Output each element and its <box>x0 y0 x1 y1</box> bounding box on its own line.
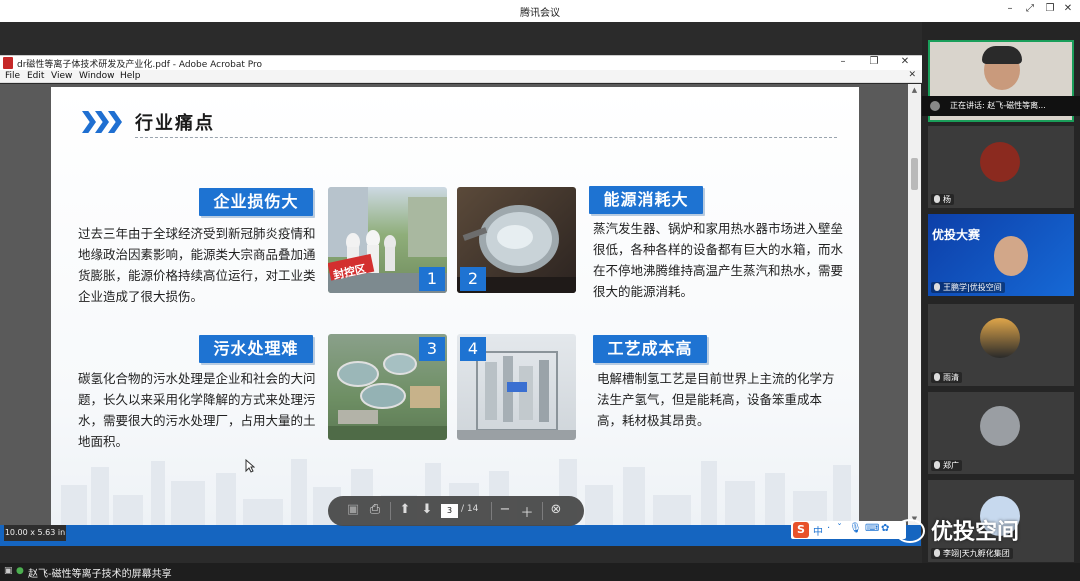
acrobat-titlebar: dr磁性等离子体技术研发及产业化.pdf - Adobe Acrobat Pro… <box>0 55 922 70</box>
photo-number-2: 2 <box>460 267 486 291</box>
menu-help[interactable]: Help <box>120 71 141 81</box>
page-number-input[interactable]: 3 <box>441 504 458 518</box>
fullscreen-icon[interactable]: ⤢ <box>1022 3 1038 14</box>
mic-icon <box>934 195 940 203</box>
viewer-status-band <box>0 525 921 546</box>
close-icon[interactable]: ✕ <box>1060 3 1076 14</box>
close-toolbar-icon[interactable]: ⊗ <box>547 502 565 517</box>
mic-icon <box>934 373 940 381</box>
mic-icon <box>934 461 940 469</box>
acrobat-restore-icon[interactable]: ❐ <box>866 56 882 67</box>
mic-icon <box>934 549 940 557</box>
sharing-status-bar: ▣ ● 赵飞-磁性等离子技术的屏幕共享 <box>0 563 1080 581</box>
ime-voice-icon[interactable]: 🎙 <box>849 523 862 534</box>
participant-avatar <box>994 236 1028 276</box>
page-size-label: 10.00 x 5.63 in <box>4 525 66 541</box>
participant-avatar <box>980 318 1020 358</box>
ime-tone[interactable]: ˇ <box>837 523 842 534</box>
meeting-window: 腾讯会议 – ⤢ ❐ ✕ dr磁性等离子体技术研发及产业化.pdf - Adob… <box>0 0 1080 581</box>
acrobat-menubar: File Edit View Window Help ✕ <box>0 70 922 83</box>
tag-enterprise-damage: 企业损伤大 <box>199 188 313 216</box>
next-page-icon[interactable]: ⬇ <box>418 502 436 517</box>
chevron-icon <box>108 111 122 133</box>
toolbar-separator <box>390 502 391 520</box>
zoom-in-icon[interactable]: ＋ <box>518 502 536 521</box>
meeting-title: 腾讯会议 <box>520 8 560 19</box>
text-energy-consumption: 蒸汽发生器、锅炉和家用热水器市场进入壁垒很低，各种各样的设备都有巨大的水箱，而水… <box>593 221 844 299</box>
menu-window[interactable]: Window <box>79 71 115 81</box>
ime-skin-icon[interactable]: ✿ <box>881 523 889 534</box>
participant-tile[interactable]: 郑广 <box>928 392 1074 474</box>
previous-page-icon[interactable]: ⬆ <box>396 502 414 517</box>
tag-sewage-treatment: 污水处理难 <box>199 335 313 363</box>
toolbar-separator <box>542 502 543 520</box>
save-icon[interactable]: ▣ <box>344 502 362 517</box>
text-enterprise-damage: 过去三年由于全球经济受到新冠肺炎疫情和地缘政治因素影响，能源类大宗商品叠加通货膨… <box>78 226 316 304</box>
page-total: / 14 <box>461 504 479 514</box>
acrobat-minimize-icon[interactable]: – <box>835 56 851 67</box>
speaking-text: 正在讲话: 赵飞-磁性等离... <box>950 101 1046 110</box>
speaker-small-avatar <box>930 101 940 111</box>
cursor-icon <box>245 459 255 473</box>
acrobat-close-icon[interactable]: ✕ <box>897 56 913 67</box>
speaker-hair <box>982 46 1022 64</box>
meeting-titlebar: 腾讯会议 – ⤢ ❐ ✕ <box>0 0 1080 22</box>
photo-number-3: 3 <box>419 337 445 361</box>
photo-sewage-plant: 3 <box>328 334 447 440</box>
photo-electrolyzer: 4 <box>457 334 576 440</box>
tag-energy-consumption: 能源消耗大 <box>589 186 703 214</box>
ime-chinese-mode[interactable]: 中 <box>813 523 823 538</box>
menu-edit[interactable]: Edit <box>27 71 44 81</box>
restore-icon[interactable]: ❐ <box>1042 3 1058 14</box>
title-divider <box>135 137 837 138</box>
participant-avatar <box>980 142 1020 182</box>
minimize-icon[interactable]: – <box>1002 3 1018 14</box>
sharing-status-text: 赵飞-磁性等离子技术的屏幕共享 <box>28 569 172 580</box>
participant-tile[interactable]: 杨 <box>928 126 1074 208</box>
ime-punctuation[interactable]: · <box>827 523 830 534</box>
participant-name: 李翊|天九孵化集团 <box>931 548 1013 559</box>
participant-name: 杨 <box>931 194 954 205</box>
pdf-page: 行业痛点 企业损伤大 过去三年由于全球经济受到新冠肺炎疫情和地缘政治因素影响，能… <box>51 87 859 525</box>
video-banner-text: 优投大赛 <box>932 228 981 242</box>
photo-lockdown: 封控区 1 <box>328 187 447 293</box>
sogou-ime-icon[interactable]: S <box>793 522 809 538</box>
wechat-logo-icon <box>895 519 925 543</box>
watermark: 优投空间 <box>895 514 1019 546</box>
text-process-cost: 电解槽制氢工艺是目前世界上主流的化学方法生产氢气，但是能耗高，设备笨重成本高，耗… <box>597 371 835 428</box>
participant-name: 雨清 <box>931 372 962 383</box>
screen-share-icon: ▣ <box>4 566 13 576</box>
scroll-up-icon[interactable]: ▲ <box>908 86 921 94</box>
speaking-indicator: 正在讲话: 赵飞-磁性等离... <box>922 96 1080 116</box>
photo-boiling-pot: 2 <box>457 187 576 293</box>
participant-avatar <box>980 406 1020 446</box>
participant-name: 郑广 <box>931 460 962 471</box>
pdf-icon <box>3 57 13 69</box>
page-navigation-toolbar: ▣ ⎙ ⬆ ⬇ 3 / 14 − ＋ ⊗ <box>328 496 584 526</box>
menu-file[interactable]: File <box>5 71 20 81</box>
slide-title: 行业痛点 <box>135 113 215 134</box>
tag-process-cost: 工艺成本高 <box>593 335 707 363</box>
text-sewage-treatment: 碳氢化合物的污水处理是企业和社会的大问题，长久以来采用化学降解的方式来处理污水，… <box>78 371 316 449</box>
participant-tile[interactable]: 雨清 <box>928 304 1074 386</box>
photo-number-4: 4 <box>460 337 486 361</box>
ime-keyboard-icon[interactable]: ⌨ <box>865 523 879 534</box>
vertical-scrollbar[interactable]: ▲ ▼ <box>908 84 921 525</box>
photo-number-1: 1 <box>419 267 445 291</box>
toolbar-separator <box>491 502 492 520</box>
ime-toolbar[interactable]: S 中 · ˇ 🎙 ⌨ ✿ <box>791 521 906 539</box>
scroll-thumb[interactable] <box>911 158 918 190</box>
print-icon[interactable]: ⎙ <box>366 502 384 517</box>
mic-icon <box>934 283 940 291</box>
chevron-icon <box>82 111 96 133</box>
participant-tile[interactable]: 优投大赛 王鹏学|优投空间 <box>928 214 1074 296</box>
zoom-out-icon[interactable]: − <box>496 502 514 517</box>
chevron-icon <box>95 111 109 133</box>
mic-on-icon: ● <box>16 566 24 576</box>
participant-name: 王鹏学|优投空间 <box>931 282 1005 293</box>
menu-view[interactable]: View <box>51 71 72 81</box>
document-close-icon[interactable]: ✕ <box>908 70 916 80</box>
acrobat-title: dr磁性等离子体技术研发及产业化.pdf - Adobe Acrobat Pro <box>17 60 263 70</box>
